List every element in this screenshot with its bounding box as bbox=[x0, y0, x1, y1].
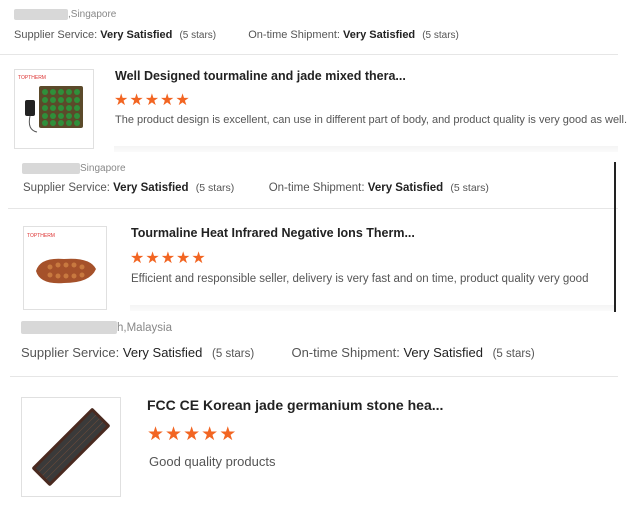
star-icon: ★ bbox=[130, 250, 146, 267]
shipment-stars: (5 stars) bbox=[450, 182, 489, 194]
rating-summary: Supplier Service: Very Satisfied (5 star… bbox=[21, 345, 535, 360]
star-icon: ★ bbox=[129, 92, 145, 109]
shipment-label: On-time Shipment: bbox=[248, 29, 340, 41]
star-icon: ★ bbox=[191, 250, 207, 267]
product-thumbnail[interactable]: TOPTHERM bbox=[14, 69, 94, 149]
supplier-service-label: Supplier Service: bbox=[14, 29, 98, 41]
supplier-service-stars: (5 stars) bbox=[212, 348, 255, 360]
scroll-edge bbox=[614, 162, 616, 312]
divider bbox=[0, 54, 618, 55]
reviewer-location: h,Malaysia bbox=[21, 321, 172, 334]
star-icon: ★ bbox=[165, 424, 184, 445]
product-title[interactable]: Well Designed tourmaline and jade mixed … bbox=[115, 69, 406, 83]
product-title[interactable]: Tourmaline Heat Infrared Negative Ions T… bbox=[131, 226, 415, 240]
product-image: TOPTHERM bbox=[18, 75, 83, 133]
supplier-service-stars: (5 stars) bbox=[179, 30, 217, 41]
svg-text:TOPTHERM: TOPTHERM bbox=[27, 233, 55, 239]
product-image bbox=[32, 408, 110, 486]
rating-summary: Supplier Service: Very Satisfied (5 star… bbox=[14, 29, 459, 41]
star-icon: ★ bbox=[114, 92, 130, 109]
review-comment: Good quality products bbox=[149, 454, 276, 469]
shipment-stars: (5 stars) bbox=[422, 30, 459, 41]
star-rating: ★★★★★ bbox=[147, 423, 237, 446]
product-thumbnail[interactable]: TOPTHERM bbox=[23, 226, 107, 310]
shipment-value: Very Satisfied bbox=[403, 345, 483, 360]
supplier-service-label: Supplier Service: bbox=[23, 182, 110, 194]
reviewer-name-redacted bbox=[14, 9, 68, 20]
shipment-stars: (5 stars) bbox=[492, 348, 535, 360]
reviewer-name-redacted bbox=[21, 321, 117, 334]
review-comment: Efficient and responsible seller, delive… bbox=[131, 273, 589, 285]
reviewer-name-redacted bbox=[22, 163, 80, 174]
supplier-service-value: Very Satisfied bbox=[113, 182, 189, 194]
star-icon: ★ bbox=[219, 424, 238, 445]
shipment-label: On-time Shipment: bbox=[291, 345, 400, 360]
star-icon: ★ bbox=[201, 424, 220, 445]
shipment-value: Very Satisfied bbox=[367, 182, 444, 194]
star-icon: ★ bbox=[145, 250, 161, 267]
reviewer-location: Singapore bbox=[22, 163, 126, 174]
star-icon: ★ bbox=[160, 92, 176, 109]
supplier-service-value: Very Satisfied bbox=[122, 345, 203, 360]
card-bottom-edge bbox=[130, 305, 614, 311]
product-thumbnail[interactable] bbox=[21, 397, 121, 497]
star-icon: ★ bbox=[144, 92, 161, 109]
shipment-label: On-time Shipment: bbox=[268, 182, 365, 194]
card-bottom-edge bbox=[114, 146, 618, 152]
supplier-service-stars: (5 stars) bbox=[195, 182, 235, 194]
star-icon: ★ bbox=[183, 424, 202, 445]
star-rating: ★★★★★ bbox=[114, 90, 191, 110]
star-rating: ★★★★★ bbox=[130, 248, 207, 268]
star-icon: ★ bbox=[147, 424, 166, 445]
svg-text:TOPTHERM: TOPTHERM bbox=[18, 75, 46, 81]
star-icon: ★ bbox=[160, 250, 177, 267]
supplier-service-label: Supplier Service: bbox=[21, 345, 120, 360]
reviewer-location: ,Singapore bbox=[14, 9, 116, 20]
product-image: TOPTHERM bbox=[27, 233, 96, 284]
star-icon: ★ bbox=[176, 250, 192, 267]
rating-summary: Supplier Service: Very Satisfied (5 star… bbox=[23, 182, 489, 194]
product-title[interactable]: FCC CE Korean jade germanium stone hea..… bbox=[147, 397, 443, 413]
shipment-value: Very Satisfied bbox=[343, 29, 416, 41]
review-comment: The product design is excellent, can use… bbox=[115, 114, 627, 126]
star-icon: ★ bbox=[175, 92, 191, 109]
divider bbox=[8, 208, 618, 209]
divider bbox=[10, 376, 618, 377]
supplier-service-value: Very Satisfied bbox=[100, 29, 173, 41]
